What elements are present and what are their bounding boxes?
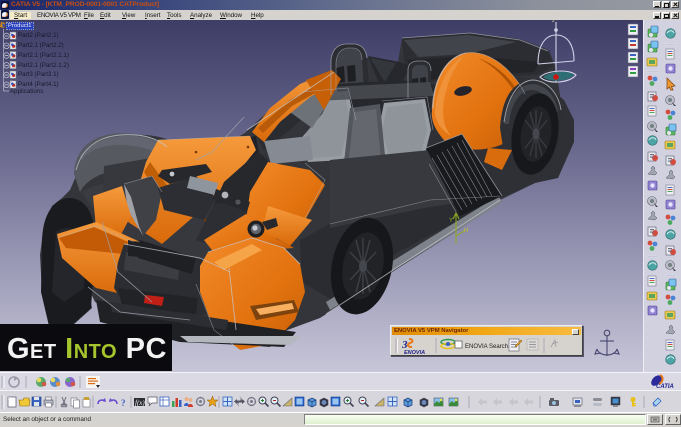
svg-text:z: z — [552, 20, 555, 24]
svg-text:H: H — [464, 228, 468, 234]
svg-text:ENOVIA Search...: ENOVIA Search... — [465, 344, 513, 350]
svg-text:Y: Y — [449, 218, 453, 224]
svg-text:ENOVIA: ENOVIA — [404, 350, 425, 356]
